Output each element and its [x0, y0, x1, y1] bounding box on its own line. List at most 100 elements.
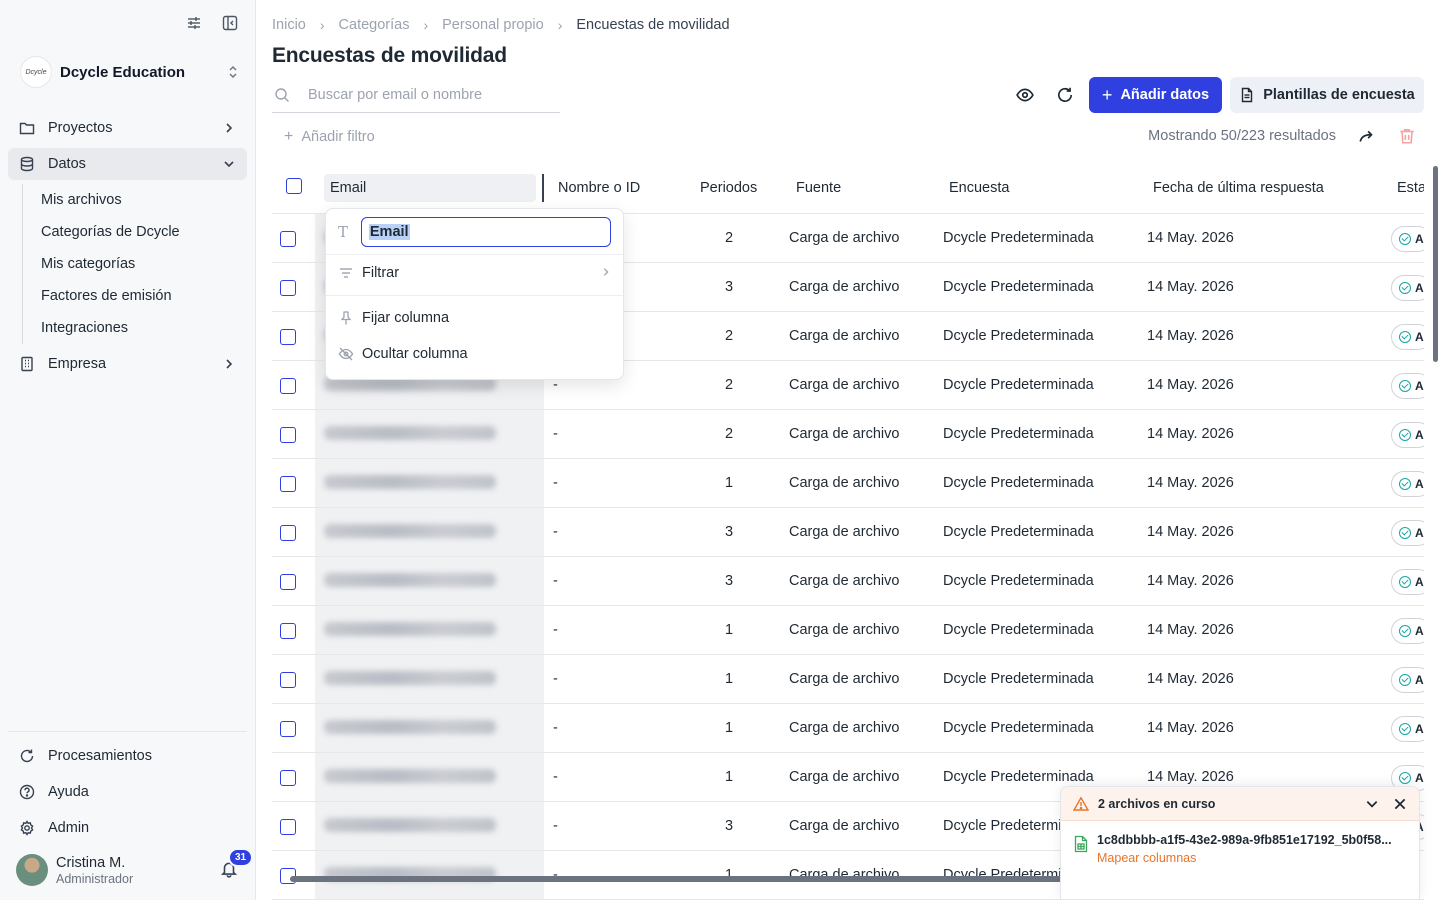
table-header: Email Nombre o ID Periodos Fuente Encues… [272, 162, 1424, 214]
warning-icon [1072, 795, 1090, 812]
row-checkbox[interactable] [280, 721, 296, 737]
check-circle-icon [1399, 576, 1411, 588]
share-icon[interactable] [1358, 128, 1376, 146]
row-checkbox[interactable] [280, 427, 296, 443]
breadcrumb-item[interactable]: Personal propio [442, 17, 544, 33]
fecha-cell: 14 May. 2026 [1147, 475, 1234, 491]
breadcrumb-item[interactable]: Inicio [272, 17, 306, 33]
menu-item-filter[interactable]: Filtrar [326, 255, 623, 291]
help-icon [18, 783, 36, 801]
vertical-scrollbar[interactable] [1433, 166, 1438, 362]
row-checkbox[interactable] [280, 770, 296, 786]
row-checkbox[interactable] [280, 280, 296, 296]
chevron-down-icon [221, 156, 237, 172]
row-checkbox[interactable] [280, 574, 296, 590]
periodos-cell: 1 [725, 769, 734, 785]
menu-item-label: Ocultar columna [362, 346, 468, 362]
add-data-label: Añadir datos [1120, 87, 1210, 103]
row-checkbox[interactable] [280, 378, 296, 394]
sidebar-collapse-icon[interactable] [221, 14, 239, 32]
check-circle-icon [1399, 282, 1411, 294]
main-content: Inicio › Categorías › Personal propio › … [256, 0, 1440, 900]
check-circle-icon [1399, 233, 1411, 245]
table-row[interactable]: - 3 Carga de archivo Dcycle Predeterminada 1… [272, 557, 1424, 606]
sidebar-item-procesamientos[interactable]: Procesamientos [8, 740, 247, 772]
trash-icon[interactable] [1398, 127, 1416, 145]
search-input[interactable] [308, 87, 548, 103]
bell-icon[interactable]: 31 [220, 848, 254, 880]
row-checkbox[interactable] [280, 819, 296, 835]
row-checkbox[interactable] [280, 525, 296, 541]
sidebar: Dcycle Dcycle Education Proyectos Datos [0, 0, 256, 900]
column-header-fuente[interactable]: Fuente [796, 180, 841, 196]
row-checkbox[interactable] [280, 329, 296, 345]
status-badge: A [1391, 667, 1424, 693]
row-checkbox[interactable] [280, 231, 296, 247]
sidebar-subitem-mis-categorias[interactable]: Mis categorías [41, 248, 247, 280]
add-data-button[interactable]: + Añadir datos [1089, 77, 1222, 113]
row-checkbox[interactable] [280, 672, 296, 688]
table-row[interactable]: - 1 Carga de archivo Dcycle Predeterminada 1… [272, 655, 1424, 704]
column-header-encuesta[interactable]: Encuesta [949, 180, 1009, 196]
sidebar-item-datos[interactable]: Datos [8, 148, 247, 180]
sidebar-item-label: Ayuda [48, 784, 89, 800]
column-header-nombre[interactable]: Nombre o ID [558, 180, 640, 196]
fuente-cell: Carga de archivo [789, 279, 900, 295]
survey-templates-button[interactable]: Plantillas de encuesta [1230, 77, 1424, 113]
table-row[interactable]: - 1 Carga de archivo Dcycle Predeterminada 1… [272, 704, 1424, 753]
user-profile[interactable]: Cristina M. Administrador 31 [16, 848, 254, 888]
sliders-icon[interactable] [185, 14, 203, 32]
add-filter-button[interactable]: + Añadir filtro [284, 128, 375, 146]
sidebar-item-admin[interactable]: Admin [8, 812, 247, 844]
chevron-down-icon[interactable] [1365, 797, 1379, 811]
horizontal-scrollbar[interactable] [290, 876, 1190, 882]
fecha-cell: 14 May. 2026 [1147, 377, 1234, 393]
check-circle-icon [1399, 723, 1411, 735]
encuesta-cell: Dcycle Predeterminada [943, 769, 1094, 785]
column-header-fecha[interactable]: Fecha de última respuesta [1153, 180, 1324, 196]
fuente-cell: Carga de archivo [789, 573, 900, 589]
column-resize-handle[interactable] [542, 174, 544, 202]
row-checkbox[interactable] [280, 476, 296, 492]
table-row[interactable]: - 1 Carga de archivo Dcycle Predeterminada 1… [272, 459, 1424, 508]
check-circle-icon [1399, 625, 1411, 637]
sidebar-subitem-categorias-dcycle[interactable]: Categorías de Dcycle [41, 216, 247, 248]
sidebar-item-ayuda[interactable]: Ayuda [8, 776, 247, 808]
table-row[interactable]: - 2 Carga de archivo Dcycle Predeterminada 1… [272, 410, 1424, 459]
nombre-cell: - [553, 426, 558, 442]
column-header-estado[interactable]: Esta [1397, 180, 1424, 196]
status-badge-label: A [1415, 281, 1424, 295]
column-header-email[interactable]: Email [324, 174, 536, 202]
encuesta-cell: Dcycle Predeterminada [943, 230, 1094, 246]
column-rename-input[interactable]: Email [360, 216, 611, 247]
sidebar-subitem-integraciones[interactable]: Integraciones [41, 312, 247, 344]
email-cell-blurred [324, 818, 496, 832]
folder-icon [18, 119, 36, 137]
breadcrumb-item[interactable]: Categorías [339, 17, 410, 33]
check-circle-icon [1399, 478, 1411, 490]
organization-switcher[interactable]: Dcycle Dcycle Education [20, 56, 239, 88]
table-row[interactable]: - 1 Carga de archivo Dcycle Predeterminada 1… [272, 606, 1424, 655]
sidebar-subitem-mis-archivos[interactable]: Mis archivos [41, 184, 247, 216]
map-columns-link[interactable]: Mapear columnas [1097, 851, 1407, 865]
close-icon[interactable] [1393, 797, 1407, 811]
sidebar-item-empresa[interactable]: Empresa [8, 348, 247, 380]
sidebar-subitem-factores-emision[interactable]: Factores de emisión [41, 280, 247, 312]
sidebar-item-label: Proyectos [48, 120, 113, 136]
eye-icon[interactable] [1015, 85, 1035, 105]
datos-subnav: Mis archivos Categorías de Dcycle Mis ca… [22, 184, 247, 344]
building-icon [18, 355, 36, 373]
select-all-checkbox[interactable] [286, 178, 302, 194]
fecha-cell: 14 May. 2026 [1147, 426, 1234, 442]
check-circle-icon [1399, 429, 1411, 441]
column-header-periodos[interactable]: Periodos [700, 180, 757, 196]
menu-item-hide-column[interactable]: Ocultar columna [326, 336, 623, 372]
column-options-menu: T Email Filtrar Fijar columna Ocultar co… [325, 208, 624, 380]
sidebar-item-proyectos[interactable]: Proyectos [8, 112, 247, 144]
gear-icon [18, 819, 36, 837]
table-row[interactable]: - 3 Carga de archivo Dcycle Predeterminada 1… [272, 508, 1424, 557]
refresh-icon[interactable] [1055, 85, 1075, 105]
row-checkbox[interactable] [280, 623, 296, 639]
menu-item-pin-column[interactable]: Fijar columna [326, 300, 623, 336]
add-filter-label: Añadir filtro [301, 129, 375, 145]
